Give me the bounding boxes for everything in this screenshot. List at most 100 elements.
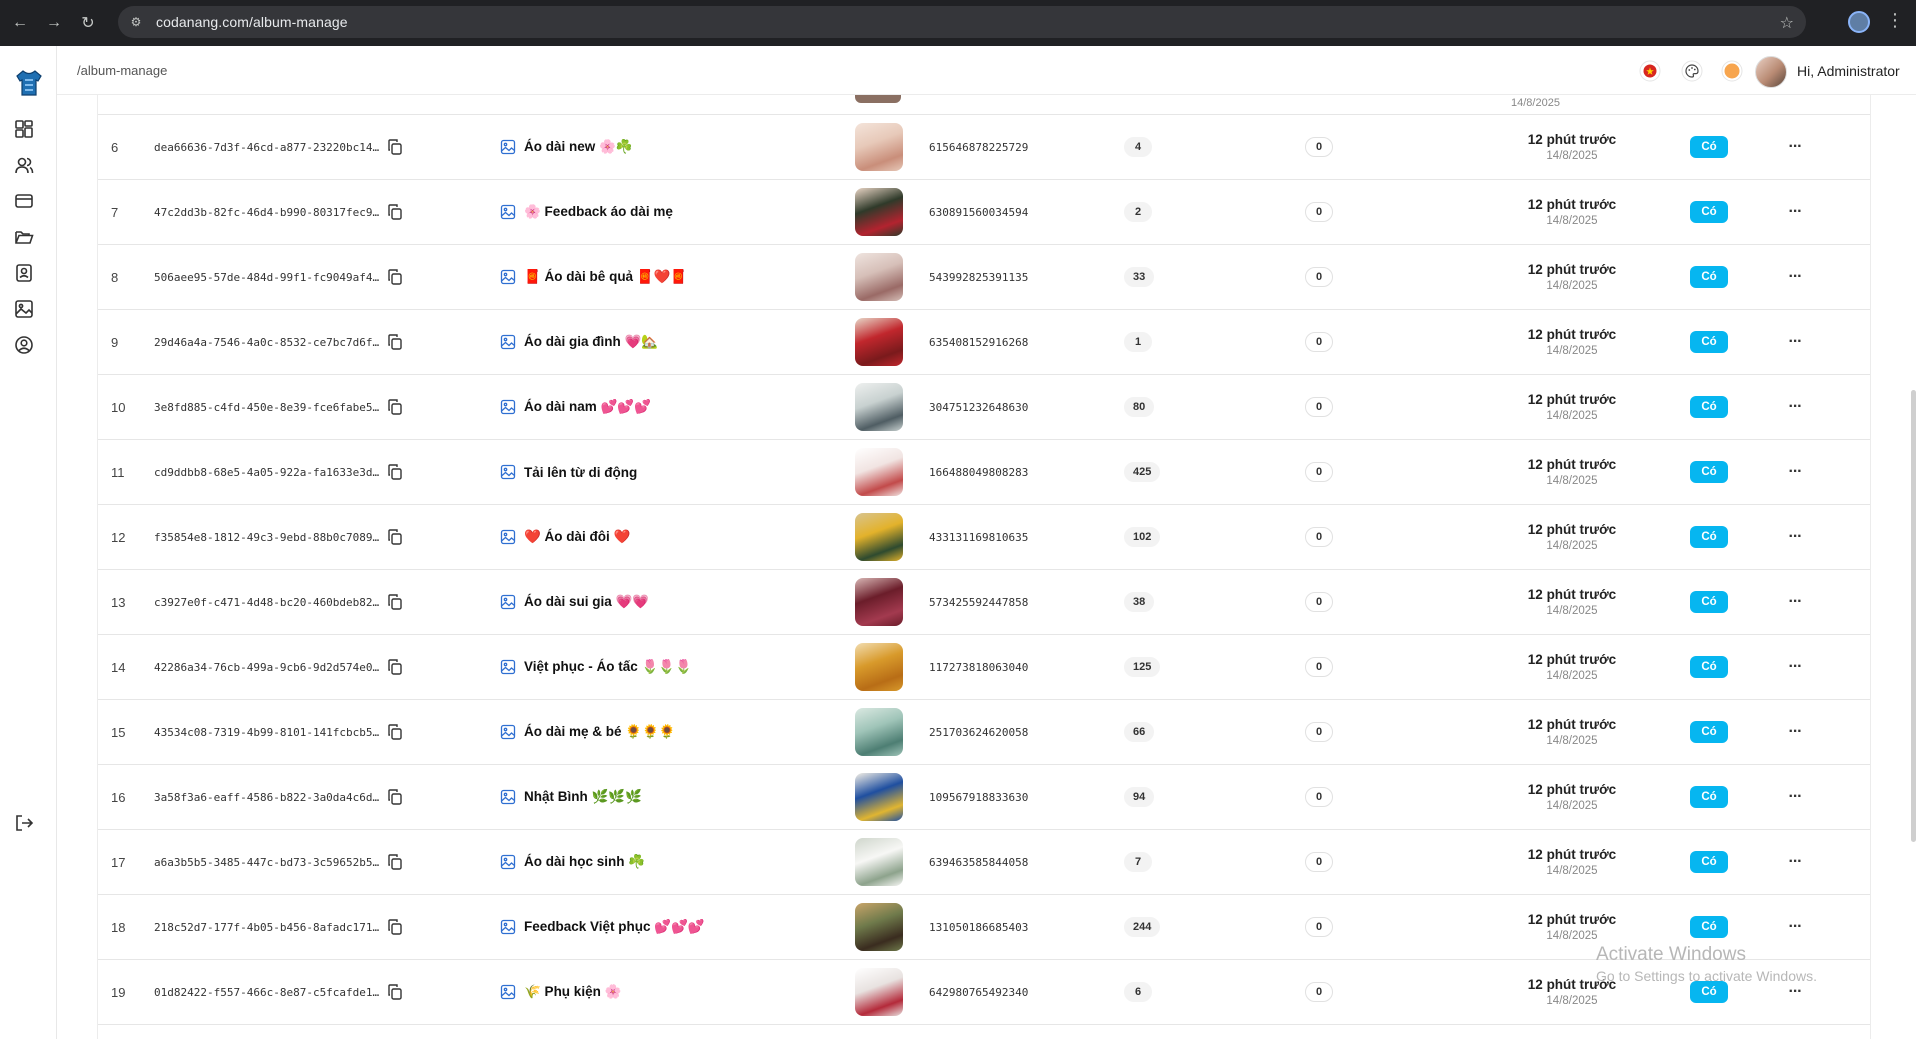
album-thumbnail[interactable] xyxy=(855,708,903,756)
image-icon[interactable] xyxy=(13,298,35,320)
copy-icon[interactable] xyxy=(386,333,404,351)
album-name[interactable]: Feedback Việt phục 💕💕💕 xyxy=(524,895,705,959)
reload-icon[interactable]: ↻ xyxy=(78,13,98,33)
album-thumbnail[interactable] xyxy=(855,903,903,951)
copy-icon[interactable] xyxy=(386,268,404,286)
status-badge[interactable]: Có xyxy=(1690,201,1728,223)
more-actions-icon[interactable]: ··· xyxy=(1783,395,1807,419)
more-actions-icon[interactable]: ··· xyxy=(1783,915,1807,939)
site-settings-icon[interactable]: ⚙ xyxy=(128,15,144,29)
status-badge[interactable]: Có xyxy=(1690,591,1728,613)
page-scrollbar[interactable] xyxy=(1911,390,1916,842)
sync-count: 0 xyxy=(1305,852,1333,872)
album-name[interactable]: Việt phục - Áo tấc 🌷🌷🌷 xyxy=(524,635,692,699)
users-icon[interactable] xyxy=(13,154,35,176)
album-name[interactable]: Nhật Bình 🌿🌿🌿 xyxy=(524,765,642,829)
more-actions-icon[interactable]: ··· xyxy=(1783,720,1807,744)
copy-icon[interactable] xyxy=(386,983,404,1001)
more-actions-icon[interactable]: ··· xyxy=(1783,850,1807,874)
copy-icon[interactable] xyxy=(386,593,404,611)
copy-icon[interactable] xyxy=(386,528,404,546)
copy-icon[interactable] xyxy=(386,853,404,871)
palette-icon[interactable] xyxy=(1681,60,1703,82)
contact-book-icon[interactable] xyxy=(13,262,35,284)
address-bar[interactable]: ⚙ codanang.com/album-manage ☆ xyxy=(118,6,1806,38)
album-name[interactable]: ❤️ Áo dài đôi ❤️ xyxy=(524,505,630,569)
album-name[interactable]: 🧧 Áo dài bê quả 🧧❤️🧧 xyxy=(524,245,687,309)
status-badge[interactable]: Có xyxy=(1690,461,1728,483)
photo-count: 125 xyxy=(1124,657,1161,677)
more-actions-icon[interactable]: ··· xyxy=(1783,590,1807,614)
flag-vietnam-icon[interactable] xyxy=(1639,60,1661,82)
user-greeting[interactable]: Hi, Administrator xyxy=(1797,63,1900,79)
status-badge[interactable]: Có xyxy=(1690,656,1728,678)
album-thumbnail[interactable] xyxy=(855,123,903,171)
album-thumbnail[interactable] xyxy=(855,188,903,236)
copy-icon[interactable] xyxy=(386,788,404,806)
status-badge[interactable]: Có xyxy=(1690,916,1728,938)
table-row: 10 3e8fd885-c4fd-450e-8e39-fce6fabe5… Áo d… xyxy=(98,375,1870,440)
album-thumbnail[interactable] xyxy=(855,968,903,1016)
more-actions-icon[interactable]: ··· xyxy=(1783,460,1807,484)
more-actions-icon[interactable]: ··· xyxy=(1783,200,1807,224)
status-badge[interactable]: Có xyxy=(1690,981,1728,1003)
updated-time: 12 phút trước 14/8/2025 xyxy=(1487,635,1657,699)
bookmark-star-icon[interactable]: ☆ xyxy=(1780,13,1794,33)
album-name[interactable]: 🌸 Feedback áo dài mẹ xyxy=(524,180,673,244)
status-badge[interactable]: Có xyxy=(1690,786,1728,808)
status-badge[interactable]: Có xyxy=(1690,266,1728,288)
more-actions-icon[interactable]: ··· xyxy=(1783,655,1807,679)
album-name[interactable]: Tải lên từ di động xyxy=(524,440,637,504)
dashboard-icon[interactable] xyxy=(13,118,35,140)
album-name[interactable]: Áo dài học sinh ☘️ xyxy=(524,830,645,894)
status-badge[interactable]: Có xyxy=(1690,526,1728,548)
relative-time: 12 phút trước xyxy=(1527,196,1617,212)
album-thumbnail[interactable] xyxy=(855,773,903,821)
more-actions-icon[interactable]: ··· xyxy=(1783,135,1807,159)
album-name[interactable]: Áo dài gia đình 💗🏡 xyxy=(524,310,658,374)
status-badge[interactable]: Có xyxy=(1690,396,1728,418)
album-name[interactable]: Áo dài mẹ & bé 🌻🌻🌻 xyxy=(524,700,676,764)
card-icon[interactable] xyxy=(13,190,35,212)
album-name[interactable]: Áo dài sui gia 💗💗 xyxy=(524,570,649,634)
album-thumbnail[interactable] xyxy=(855,838,903,886)
folder-icon[interactable] xyxy=(13,226,35,248)
album-name[interactable]: Áo dài new 🌸☘️ xyxy=(524,115,633,179)
status-badge[interactable]: Có xyxy=(1690,721,1728,743)
album-thumbnail[interactable] xyxy=(855,448,903,496)
table-row-partial: 14/8/2025 xyxy=(98,95,1870,115)
copy-icon[interactable] xyxy=(386,203,404,221)
logout-icon[interactable] xyxy=(13,812,35,834)
album-thumbnail[interactable] xyxy=(855,318,903,366)
copy-icon[interactable] xyxy=(386,918,404,936)
shirt-logo-icon[interactable] xyxy=(13,68,45,98)
copy-icon[interactable] xyxy=(386,138,404,156)
album-thumbnail[interactable] xyxy=(855,253,903,301)
more-actions-icon[interactable]: ··· xyxy=(1783,330,1807,354)
status-badge[interactable]: Có xyxy=(1690,331,1728,353)
browser-menu-icon[interactable]: ⋮ xyxy=(1886,10,1904,31)
status-badge[interactable]: Có xyxy=(1690,851,1728,873)
album-thumbnail[interactable] xyxy=(855,383,903,431)
album-name[interactable]: Áo dài nam 💕💕💕 xyxy=(524,375,651,439)
row-date: 14/8/2025 xyxy=(1546,344,1598,357)
profile-icon[interactable] xyxy=(1848,11,1870,33)
album-name[interactable]: 🌾 Phụ kiện 🌸 xyxy=(524,960,621,1024)
more-actions-icon[interactable]: ··· xyxy=(1783,265,1807,289)
album-thumbnail[interactable] xyxy=(855,578,903,626)
forward-icon[interactable]: → xyxy=(44,13,64,33)
album-thumbnail[interactable] xyxy=(855,643,903,691)
back-icon[interactable]: ← xyxy=(10,13,30,33)
avatar[interactable] xyxy=(1755,56,1787,88)
user-circle-icon[interactable] xyxy=(13,334,35,356)
more-actions-icon[interactable]: ··· xyxy=(1783,785,1807,809)
url-text[interactable]: codanang.com/album-manage xyxy=(156,14,348,30)
copy-icon[interactable] xyxy=(386,398,404,416)
copy-icon[interactable] xyxy=(386,658,404,676)
copy-icon[interactable] xyxy=(386,723,404,741)
album-thumbnail[interactable] xyxy=(855,513,903,561)
status-badge[interactable]: Có xyxy=(1690,136,1728,158)
theme-color-icon[interactable] xyxy=(1721,60,1743,82)
copy-icon[interactable] xyxy=(386,463,404,481)
more-actions-icon[interactable]: ··· xyxy=(1783,525,1807,549)
